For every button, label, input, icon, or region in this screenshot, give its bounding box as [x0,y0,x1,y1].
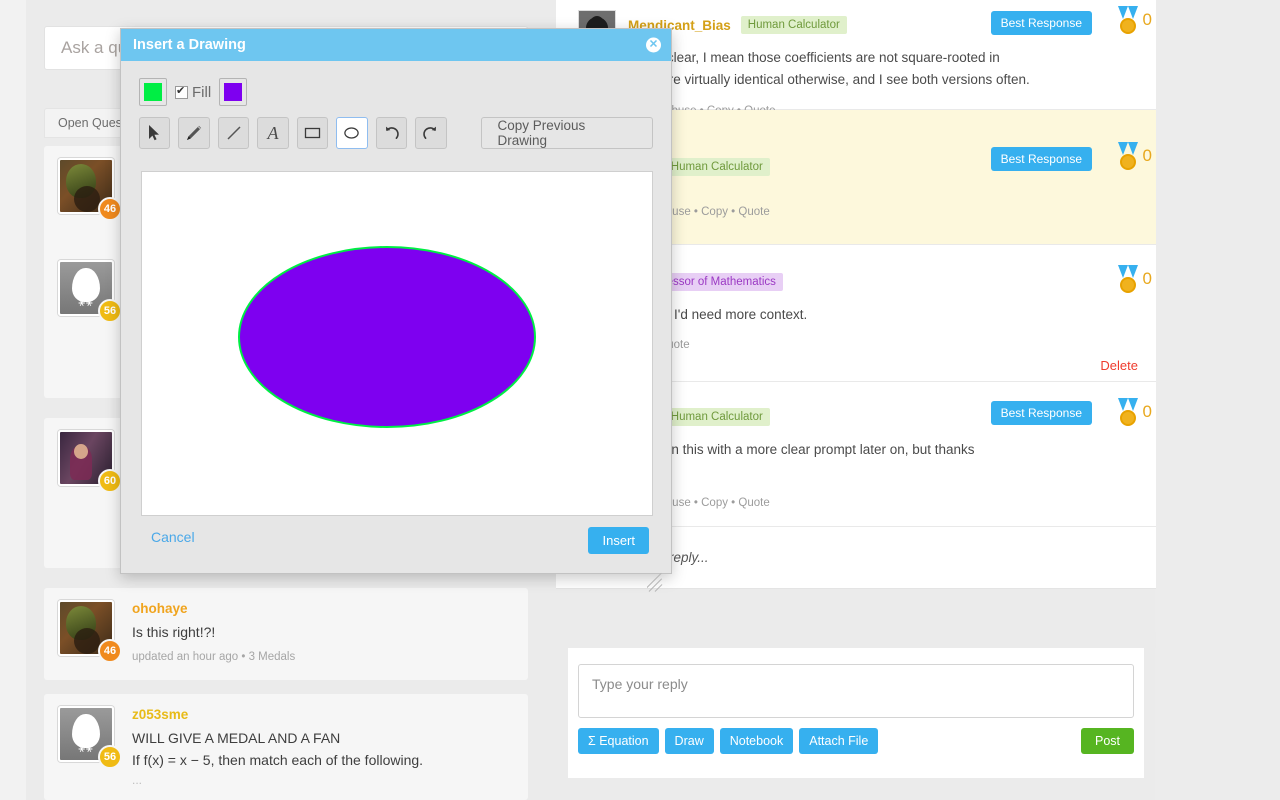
page-left-margin [0,0,26,800]
medal-icon [1117,6,1138,34]
question-title-line2[interactable]: If f(x) = x − 5, then match each of the … [132,750,423,770]
post-rank-badge: Human Calculator [663,158,770,176]
draw-button[interactable]: Draw [664,728,714,755]
question-card[interactable]: 46 ohohaye Is this right!?! updated an h… [44,588,528,680]
medal-counter: 0 [1117,142,1152,170]
post-rank-badge: Human Calculator [663,408,770,426]
drawn-ellipse [238,246,536,428]
level-badge: 46 [98,639,122,663]
fill-toggle[interactable]: Fill [175,84,211,101]
pencil-icon[interactable] [178,117,210,149]
drawing-canvas[interactable] [141,171,653,516]
stroke-color-swatch [144,83,162,101]
insert-button[interactable]: Insert [588,527,649,554]
copy-previous-label: Copy Previous Drawing [497,118,586,148]
fill-checkbox[interactable] [175,84,188,99]
avatar: 60 [58,430,122,493]
dialog-toolbar: Fill [121,61,671,149]
copy-previous-drawing-button[interactable]: Copy Previous Drawing [480,117,653,149]
level-badge: 56 [98,745,122,769]
reply-composer: Type your reply Σ Equation Draw Notebook… [568,648,1144,778]
best-response-button[interactable]: Best Response [990,11,1092,35]
close-icon[interactable]: ✕ [646,37,661,53]
redo-icon[interactable] [415,117,447,149]
medal-count: 0 [1142,146,1152,165]
medal-count: 0 [1142,10,1152,29]
medal-count: 0 [1142,269,1152,288]
delete-link[interactable]: Delete [1100,358,1138,373]
reply-toolbar: Σ Equation Draw Notebook Attach File [578,728,879,755]
reply-divider [556,632,1156,648]
insert-drawing-dialog: Insert a Drawing ✕ Fill [120,28,672,592]
medal-icon [1117,142,1138,170]
medal-count: 0 [1142,402,1152,421]
dialog-title: Insert a Drawing [133,37,246,53]
attach-file-button[interactable]: Attach File [799,728,879,755]
question-title[interactable]: Is this right!?! [132,622,295,642]
reply-input[interactable]: Type your reply [578,664,1134,718]
question-title[interactable]: WILL GIVE A MEDAL AND A FAN [132,728,423,748]
color-controls: Fill [139,77,653,107]
reply-placeholder-text: Type your reply [592,676,688,692]
best-response-button[interactable]: Best Response [990,401,1092,425]
avatar: 46 [58,600,122,663]
stroke-color-button[interactable] [139,78,167,106]
drawing-tools: A Copy Previous Drawing [139,117,653,149]
page-right-margin [1155,0,1280,800]
question-meta: updated an hour ago • 3 Medals [132,651,296,664]
dialog-title-bar[interactable]: Insert a Drawing ✕ [121,29,671,61]
dialog-footer: Cancel Insert [121,519,671,592]
question-card[interactable]: ⚹⚹ 56 z053sme WILL GIVE A MEDAL AND A FA… [44,694,528,800]
avatar: ⚹⚹ 56 [58,260,122,323]
undo-icon[interactable] [375,117,408,149]
app-root: Ask a question Open Questions 46 ⚹⚹ 56 6… [0,0,1280,800]
fill-color-swatch [224,83,243,101]
question-author[interactable]: z053sme [132,707,423,722]
avatar: 46 [58,158,122,221]
line-icon[interactable] [217,117,250,149]
post-rank-badge: Human Calculator [740,16,847,34]
ellipse-icon[interactable] [336,117,368,149]
equation-button[interactable]: Σ Equation [578,728,659,755]
best-response-button[interactable]: Best Response [990,147,1092,171]
fill-color-button[interactable] [219,78,248,106]
question-author[interactable]: ohohaye [132,601,295,616]
notebook-button[interactable]: Notebook [719,728,794,755]
rectangle-icon[interactable] [296,117,329,149]
resize-handle[interactable] [647,571,669,593]
medal-counter: 0 [1117,398,1152,426]
cursor-arrow-icon[interactable] [139,117,171,149]
level-badge: 46 [98,197,122,221]
avatar: ⚹⚹ 56 [58,706,122,769]
level-badge: 60 [98,469,122,493]
medal-icon [1117,265,1138,293]
cancel-button[interactable]: Cancel [151,529,195,545]
post-reply-button[interactable]: Post [1080,728,1134,754]
text-a-icon[interactable]: A [257,117,289,149]
medal-counter: 0 [1117,265,1152,293]
medal-icon [1117,398,1138,426]
medal-counter: 0 [1117,6,1152,34]
level-badge: 56 [98,299,122,323]
question-ellipsis: ... [132,772,143,787]
fill-label: Fill [192,83,212,101]
